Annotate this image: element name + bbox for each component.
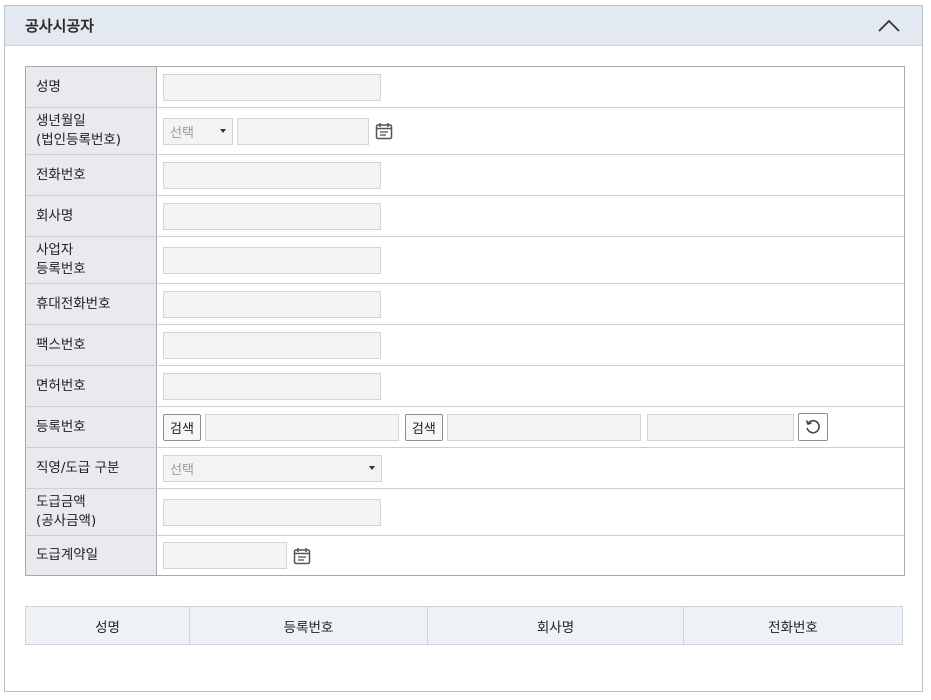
bizno-label: 사업자등록번호 xyxy=(26,237,157,283)
column-header-regno[interactable]: 등록번호 xyxy=(190,607,428,644)
form-row-name: 성명 xyxy=(26,67,904,107)
form-row-bizno: 사업자등록번호 xyxy=(26,236,904,283)
form-row-contract-type: 직영/도급 구분 선택 xyxy=(26,447,904,488)
contract-date-input[interactable] xyxy=(163,542,287,569)
dropdown-arrow-icon xyxy=(220,129,226,133)
form-row-phone: 전화번호 xyxy=(26,154,904,195)
license-label: 면허번호 xyxy=(26,366,157,406)
mobile-label: 휴대전화번호 xyxy=(26,284,157,324)
contractor-panel: 공사시공자 성명 생년월일 (법인등록번호) 선택 전화번호 회사명 사업자 등… xyxy=(4,5,923,692)
amount-label-line1: 도급금액 xyxy=(36,494,86,510)
phone-label: 전화번호 xyxy=(26,155,157,195)
mobile-input[interactable] xyxy=(163,290,381,318)
birth-label: 생년월일 (법인등록번호) xyxy=(26,108,157,154)
contract-type-select[interactable]: 선택 xyxy=(163,454,382,482)
form-row-company: 회사명 xyxy=(26,195,904,236)
birth-label-line1: 생년월일 xyxy=(36,113,86,129)
name-input[interactable] xyxy=(163,73,381,101)
column-header-company[interactable]: 회사명 xyxy=(428,607,684,644)
fax-label: 팩스번호 xyxy=(26,325,157,365)
panel-header: 공사시공자 xyxy=(5,6,922,46)
contractor-list-header: 성명 등록번호 회사명 전화번호 xyxy=(25,606,903,645)
birth-type-select[interactable]: 선택 xyxy=(163,117,233,145)
column-header-name[interactable]: 성명 xyxy=(26,607,190,644)
refresh-button[interactable] xyxy=(797,413,828,441)
contractor-form: 성명 생년월일 (법인등록번호) 선택 전화번호 회사명 사업자 등록번호 휴대… xyxy=(25,66,905,576)
contract-type-label: 직영/도급 구분 xyxy=(26,448,157,488)
company-label: 회사명 xyxy=(26,196,157,236)
panel-title: 공사시공자 xyxy=(25,17,95,35)
amount-label-line2: (공사금액) xyxy=(36,513,97,529)
bizno-label-line2: 등록번호 xyxy=(36,261,86,277)
form-row-amount: 도급금액 (공사금액) xyxy=(26,488,904,535)
amount-label: 도급금액 (공사금액) xyxy=(26,489,157,535)
bizno-label-line1: 사업자 xyxy=(36,242,74,258)
bizno-input[interactable] xyxy=(163,246,381,274)
amount-input[interactable] xyxy=(163,498,381,526)
form-row-regno: 등록번호 검색 검색 xyxy=(26,406,904,447)
contract-date-label: 도급계약일 xyxy=(26,536,157,575)
phone-input[interactable] xyxy=(163,161,381,189)
name-label: 성명 xyxy=(26,67,157,107)
company-input[interactable] xyxy=(163,202,381,230)
dropdown-arrow-icon xyxy=(369,466,375,470)
refresh-icon xyxy=(805,419,820,434)
license-input[interactable] xyxy=(163,372,381,400)
contract-type-select-value: 선택 xyxy=(170,462,194,478)
calendar-icon[interactable] xyxy=(291,545,313,567)
fax-input[interactable] xyxy=(163,331,381,359)
form-row-fax: 팩스번호 xyxy=(26,324,904,365)
chevron-up-icon xyxy=(878,19,900,32)
form-row-birth: 생년월일 (법인등록번호) 선택 xyxy=(26,107,904,154)
birth-label-line2: (법인등록번호) xyxy=(36,132,122,148)
form-row-mobile: 휴대전화번호 xyxy=(26,283,904,324)
birth-type-select-value: 선택 xyxy=(170,125,194,141)
search-button-2[interactable]: 검색 xyxy=(404,413,443,441)
calendar-icon[interactable] xyxy=(373,120,395,142)
form-row-contract-date: 도급계약일 xyxy=(26,535,904,575)
regno-label: 등록번호 xyxy=(26,407,157,447)
regno-input-2[interactable] xyxy=(446,413,641,441)
form-row-license: 면허번호 xyxy=(26,365,904,406)
regno-input-1[interactable] xyxy=(204,413,399,441)
collapse-button[interactable] xyxy=(876,13,902,39)
birth-date-input[interactable] xyxy=(237,117,369,145)
search-button-1[interactable]: 검색 xyxy=(163,413,201,441)
column-header-phone[interactable]: 전화번호 xyxy=(684,607,902,644)
regno-input-3[interactable] xyxy=(646,413,794,441)
